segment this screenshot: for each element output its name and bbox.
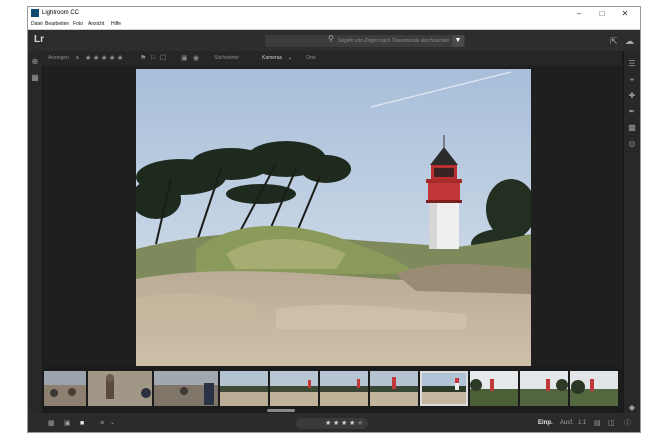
main-photo-lighthouse — [136, 69, 531, 366]
app-window: Lightroom CC – □ ✕ Datei Bearbeiten Foto… — [27, 6, 641, 433]
chevron-down-icon[interactable]: ⌄ — [288, 51, 292, 66]
search-placeholder: Segeln von Zingst nach Travemünde durchs… — [338, 38, 450, 44]
detail-view-icon[interactable]: ■ — [80, 413, 84, 432]
filter-star-2[interactable]: ★ — [93, 51, 99, 66]
compare-icon[interactable]: ◫ — [608, 413, 615, 432]
thumbnail[interactable] — [470, 371, 518, 406]
rating-star-2[interactable]: ★ — [333, 418, 339, 429]
show-label: Anzeigen — [48, 55, 69, 61]
filter-star-1[interactable]: ★ — [85, 51, 91, 66]
filter-star-4[interactable]: ★ — [109, 51, 115, 66]
fill-button[interactable]: Ausf. — [560, 413, 574, 432]
menu-foto[interactable]: Foto — [73, 20, 83, 29]
bottom-bar: ▦ ▣ ■ ≡ ⌄ ⚑ ⚐ ★ ★ ★ ★ ★ Einp. Ausf. 1:1 … — [28, 413, 640, 432]
rating-star-5[interactable]: ★ — [357, 418, 363, 429]
flag-unflagged-icon[interactable]: ⚐ — [150, 51, 156, 66]
rating-star-3[interactable]: ★ — [341, 418, 347, 429]
title-bar: Lightroom CC – □ ✕ — [28, 7, 640, 20]
lightroom-logo: Lr — [34, 34, 44, 45]
tag-icon[interactable]: ◆ — [629, 403, 635, 413]
sort-icon[interactable]: ≡ — [100, 413, 104, 432]
right-rail: ☰ ⌖ ✚ ✒ ▩ ◎ ◆ — [623, 51, 640, 413]
sort-chevron-icon[interactable]: ⌄ — [110, 413, 115, 432]
thumbnail[interactable] — [320, 371, 368, 406]
cloud-sync-icon[interactable]: ☁ — [625, 35, 634, 47]
library-icon[interactable]: ▦ — [31, 73, 39, 83]
minimize-icon[interactable]: – — [570, 7, 588, 20]
close-icon[interactable]: ✕ — [616, 7, 634, 20]
thumbnail[interactable] — [370, 371, 418, 406]
thumbnail[interactable] — [154, 371, 218, 406]
keyword-filter[interactable]: Stichwörter — [214, 51, 239, 66]
menu-ansicht[interactable]: Ansicht — [88, 20, 104, 29]
search-input[interactable]: ⚲ Segeln von Zingst nach Travemünde durc… — [265, 34, 465, 47]
filmstrip — [42, 366, 622, 413]
filter-icon[interactable]: ▼ — [452, 35, 464, 47]
flag-rejected-icon[interactable]: ☐ — [160, 51, 166, 66]
edit-sliders-icon[interactable]: ☰ — [628, 59, 635, 69]
share-icon[interactable]: ⇱ — [610, 35, 618, 47]
radial-gradient-icon[interactable]: ◎ — [629, 139, 636, 149]
left-rail: ⊕ ▦ — [28, 51, 43, 413]
filter-star-5[interactable]: ★ — [117, 51, 123, 66]
menu-datei[interactable]: Datei — [31, 20, 43, 29]
rating-star-1[interactable]: ★ — [325, 418, 331, 429]
crop-icon[interactable]: ⌖ — [630, 75, 635, 85]
add-photos-icon[interactable]: ⊕ — [32, 57, 39, 67]
thumbnail[interactable] — [570, 371, 618, 406]
photo-grid-icon[interactable]: ▣ — [64, 413, 71, 432]
places-filter[interactable]: Orte — [306, 51, 316, 66]
menu-hilfe[interactable]: Hilfe — [111, 20, 121, 29]
one-to-one-button[interactable]: 1:1 — [578, 413, 586, 432]
menu-bearbeiten[interactable]: Bearbeiten — [45, 20, 69, 29]
window-title: Lightroom CC — [42, 10, 80, 16]
thumbnail[interactable] — [270, 371, 318, 406]
app-icon — [31, 9, 39, 17]
filter-bar: Anzeigen ≥ ★ ★ ★ ★ ★ ⚑ ⚐ ☐ ▣ ◉ Stichwört… — [42, 51, 622, 66]
media-photo-icon[interactable]: ▣ — [181, 51, 188, 66]
rating-star-4[interactable]: ★ — [349, 418, 355, 429]
search-icon: ⚲ — [328, 34, 334, 43]
filter-star-3[interactable]: ★ — [101, 51, 107, 66]
healing-brush-icon[interactable]: ✚ — [629, 91, 636, 101]
rating-operator[interactable]: ≥ — [76, 51, 79, 66]
top-bar: Lr ⚲ Segeln von Zingst nach Travemünde d… — [28, 30, 640, 51]
square-grid-icon[interactable]: ▦ — [48, 413, 55, 432]
maximize-icon[interactable]: □ — [593, 7, 611, 20]
media-video-icon[interactable]: ◉ — [193, 51, 199, 66]
fit-button[interactable]: Einp. — [538, 413, 553, 432]
rating-control[interactable]: ★ ★ ★ ★ ★ — [296, 418, 368, 429]
menu-bar: Datei Bearbeiten Foto Ansicht Hilfe — [28, 20, 640, 30]
thumbnail[interactable] — [44, 371, 86, 406]
cameras-filter[interactable]: Kameras — [262, 51, 282, 66]
info-icon[interactable]: ⓘ — [624, 413, 631, 432]
thumbnail[interactable] — [88, 371, 152, 406]
linear-gradient-icon[interactable]: ▩ — [628, 123, 636, 133]
brush-icon[interactable]: ✒ — [629, 107, 636, 117]
filmstrip-scrollbar[interactable] — [267, 409, 295, 412]
thumbnail[interactable] — [520, 371, 568, 406]
flag-pick-icon[interactable]: ⚑ — [140, 51, 146, 66]
filmstrip-toggle-icon[interactable]: ▤ — [594, 413, 601, 432]
thumbnail-selected[interactable] — [420, 371, 468, 406]
thumbnail[interactable] — [220, 371, 268, 406]
